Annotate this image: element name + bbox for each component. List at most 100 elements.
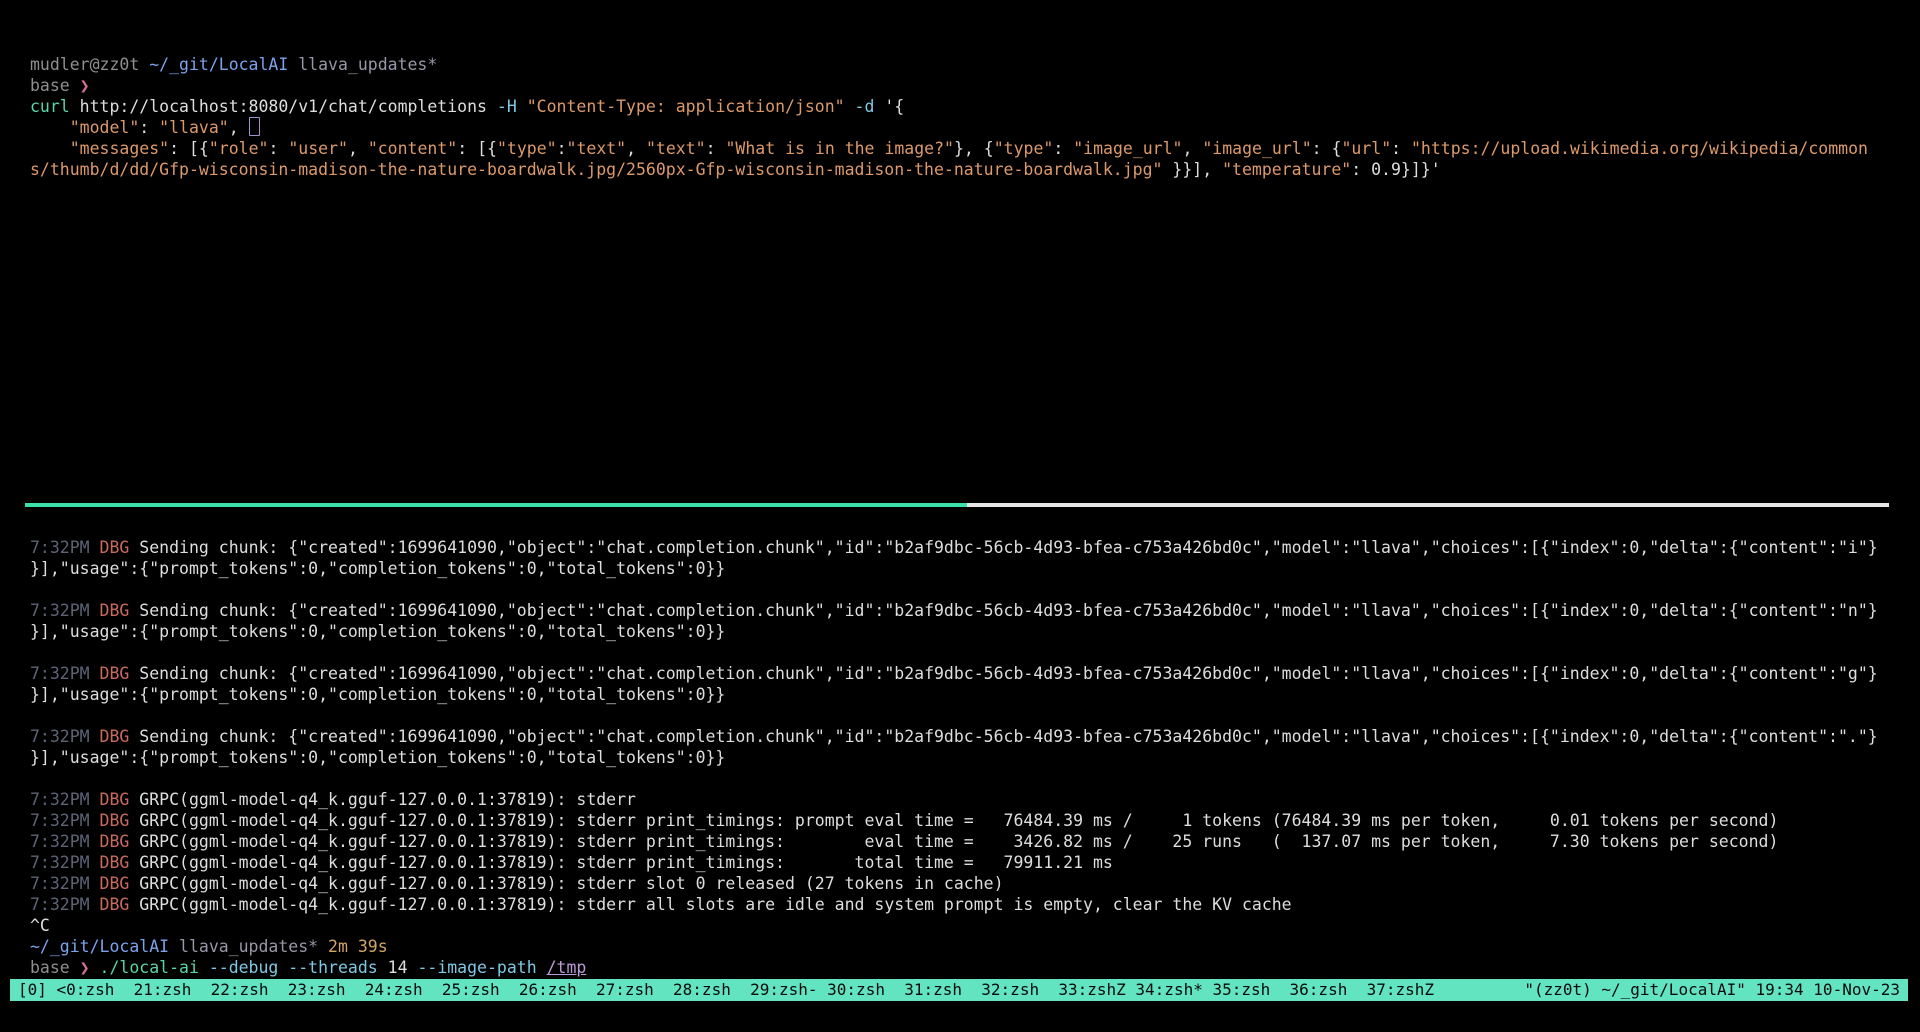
terminal-text-span: base (30, 76, 80, 95)
terminal-text-span: }, { (954, 139, 994, 158)
terminal-line: 7:32PM DBG GRPC(ggml-model-q4_k.gguf-127… (30, 852, 1878, 873)
terminal-text-span: : (706, 139, 726, 158)
terminal-text-span: --debug --threads (199, 958, 378, 977)
terminal-text-span: GRPC(ggml-model-q4_k.gguf-127.0.0.1:3781… (129, 811, 1778, 830)
terminal-text-span: DBG (100, 895, 130, 914)
terminal-text-span: 7:32PM (30, 832, 90, 851)
terminal-text-span (90, 811, 100, 830)
terminal-text-span: llava_updates* (288, 55, 437, 74)
terminal-text-span: : (557, 139, 567, 158)
terminal-text-span: }],"usage":{"prompt_tokens":0,"completio… (30, 622, 725, 641)
tmux-window-list: [0] <0:zsh 21:zsh 22:zsh 23:zsh 24:zsh 2… (18, 979, 1434, 1001)
terminal-line: }],"usage":{"prompt_tokens":0,"completio… (30, 558, 1878, 579)
terminal-text-span: GRPC(ggml-model-q4_k.gguf-127.0.0.1:3781… (129, 874, 1003, 893)
terminal-line: base ❯ ./local-ai --debug --threads 14 -… (30, 957, 1878, 978)
terminal-text-span: --image-path (408, 958, 537, 977)
terminal-text-span: , (626, 139, 646, 158)
terminal-scrollback: mudler@zz0t ~/_git/LocalAI llava_updates… (30, 54, 1868, 180)
terminal-line (30, 642, 1878, 663)
terminal-line: 7:32PM DBG GRPC(ggml-model-q4_k.gguf-127… (30, 831, 1878, 852)
terminal-text-span (30, 118, 70, 137)
terminal-text-span: "messages" (70, 139, 169, 158)
terminal-text-span: : [{ (457, 139, 497, 158)
terminal-line: base ❯ (30, 75, 1868, 96)
terminal-line: s/thumb/d/dd/Gfp-wisconsin-madison-the-n… (30, 159, 1868, 180)
terminal-text-span (845, 97, 855, 116)
terminal-text-span: -d (855, 97, 875, 116)
terminal-text-span: "content" (368, 139, 457, 158)
terminal-text-span (90, 832, 100, 851)
terminal-text-span: GRPC(ggml-model-q4_k.gguf-127.0.0.1:3781… (129, 832, 1778, 851)
terminal-text-span: "role" (209, 139, 269, 158)
terminal-text-span: DBG (100, 664, 130, 683)
terminal-text-span: "temperature" (1222, 160, 1351, 179)
terminal-output: 7:32PM DBG Sending chunk: {"created":169… (30, 537, 1878, 978)
terminal-text-span: ^C (30, 916, 50, 935)
terminal-text-span (90, 601, 100, 620)
terminal-text-span (30, 139, 70, 158)
pane-divider (25, 503, 1889, 507)
terminal-text-span: : [{ (169, 139, 209, 158)
terminal-text-span: base (30, 958, 80, 977)
terminal-line (30, 705, 1878, 726)
terminal-text-span: GRPC(ggml-model-q4_k.gguf-127.0.0.1:3781… (129, 790, 636, 809)
terminal-text-span: : (268, 139, 288, 158)
terminal-text-span: "text" (567, 139, 627, 158)
terminal-text-span (90, 538, 100, 557)
terminal-text-span: 7:32PM (30, 853, 90, 872)
tmux-status-bar: [0] <0:zsh 21:zsh 22:zsh 23:zsh 24:zsh 2… (10, 979, 1908, 1001)
terminal-text-span: s/thumb/d/dd/Gfp-wisconsin-madison-the-n… (30, 160, 1162, 179)
terminal-text-span: "Content-Type: application/json" (527, 97, 845, 116)
terminal-line (30, 579, 1878, 600)
terminal-text-span: 7:32PM (30, 895, 90, 914)
terminal-text-span: }],"usage":{"prompt_tokens":0,"completio… (30, 748, 725, 767)
terminal-line: 7:32PM DBG Sending chunk: {"created":169… (30, 600, 1878, 621)
terminal-text-span: GRPC(ggml-model-q4_k.gguf-127.0.0.1:3781… (129, 853, 1112, 872)
tmux-session-info: "(zz0t) ~/_git/LocalAI" 19:34 10-Nov-23 (1524, 979, 1900, 1001)
terminal-text-span (90, 727, 100, 746)
terminal-text-span: mudler@zz0t (30, 55, 149, 74)
terminal-text-span (90, 664, 100, 683)
terminal-text-span: DBG (100, 601, 130, 620)
terminal-text-span: 7:32PM (30, 664, 90, 683)
terminal-text-span: '{ (874, 97, 904, 116)
terminal-text-span: -H (497, 97, 517, 116)
terminal-text-span (517, 97, 527, 116)
terminal-text-span: GRPC(ggml-model-q4_k.gguf-127.0.0.1:3781… (129, 895, 1291, 914)
terminal-text-span: "model" (70, 118, 140, 137)
terminal-text-span: /tmp (547, 958, 587, 977)
terminal-text-span: , (229, 118, 249, 137)
terminal-line: "messages": [{"role": "user", "content":… (30, 138, 1868, 159)
terminal-text-span (90, 874, 100, 893)
terminal-text-span: , (348, 139, 368, 158)
terminal-text-span: ❯ (80, 76, 90, 95)
terminal-text-span: : 0.9}]}' (1351, 160, 1440, 179)
pane-divider-active-segment (25, 503, 967, 507)
terminal-line: ~/_git/LocalAI llava_updates* 2m 39s (30, 936, 1878, 957)
terminal-text-span: : (1391, 139, 1411, 158)
terminal-text-span: "url" (1341, 139, 1391, 158)
terminal-text-span: Sending chunk: {"created":1699641090,"ob… (129, 538, 1877, 557)
terminal-text-span: "text" (646, 139, 706, 158)
terminal-text-span: 2m 39s (318, 937, 388, 956)
terminal-text-span: DBG (100, 832, 130, 851)
terminal-text-span: , (1182, 139, 1202, 158)
terminal-text-span: ~/_git/LocalAI (149, 55, 288, 74)
terminal-text-span: }}], (1162, 160, 1222, 179)
terminal-text-span: 7:32PM (30, 790, 90, 809)
terminal-text-span: }],"usage":{"prompt_tokens":0,"completio… (30, 685, 725, 704)
terminal-line: 7:32PM DBG GRPC(ggml-model-q4_k.gguf-127… (30, 810, 1878, 831)
terminal-text-span: : (139, 118, 159, 137)
terminal[interactable]: mudler@zz0t ~/_git/LocalAI llava_updates… (0, 0, 1920, 1032)
terminal-line: }],"usage":{"prompt_tokens":0,"completio… (30, 747, 1878, 768)
terminal-line: 7:32PM DBG GRPC(ggml-model-q4_k.gguf-127… (30, 789, 1878, 810)
terminal-text-span: DBG (100, 853, 130, 872)
terminal-text-span: "https://upload.wikimedia.org/wikipedia/… (1411, 139, 1868, 158)
terminal-text-span: : { (1312, 139, 1342, 158)
terminal-text-span (90, 895, 100, 914)
terminal-line: 7:32PM DBG Sending chunk: {"created":169… (30, 537, 1878, 558)
terminal-text-span: 7:32PM (30, 601, 90, 620)
terminal-cursor (249, 117, 260, 136)
terminal-line: 7:32PM DBG Sending chunk: {"created":169… (30, 663, 1878, 684)
terminal-text-span: Sending chunk: {"created":1699641090,"ob… (129, 727, 1877, 746)
